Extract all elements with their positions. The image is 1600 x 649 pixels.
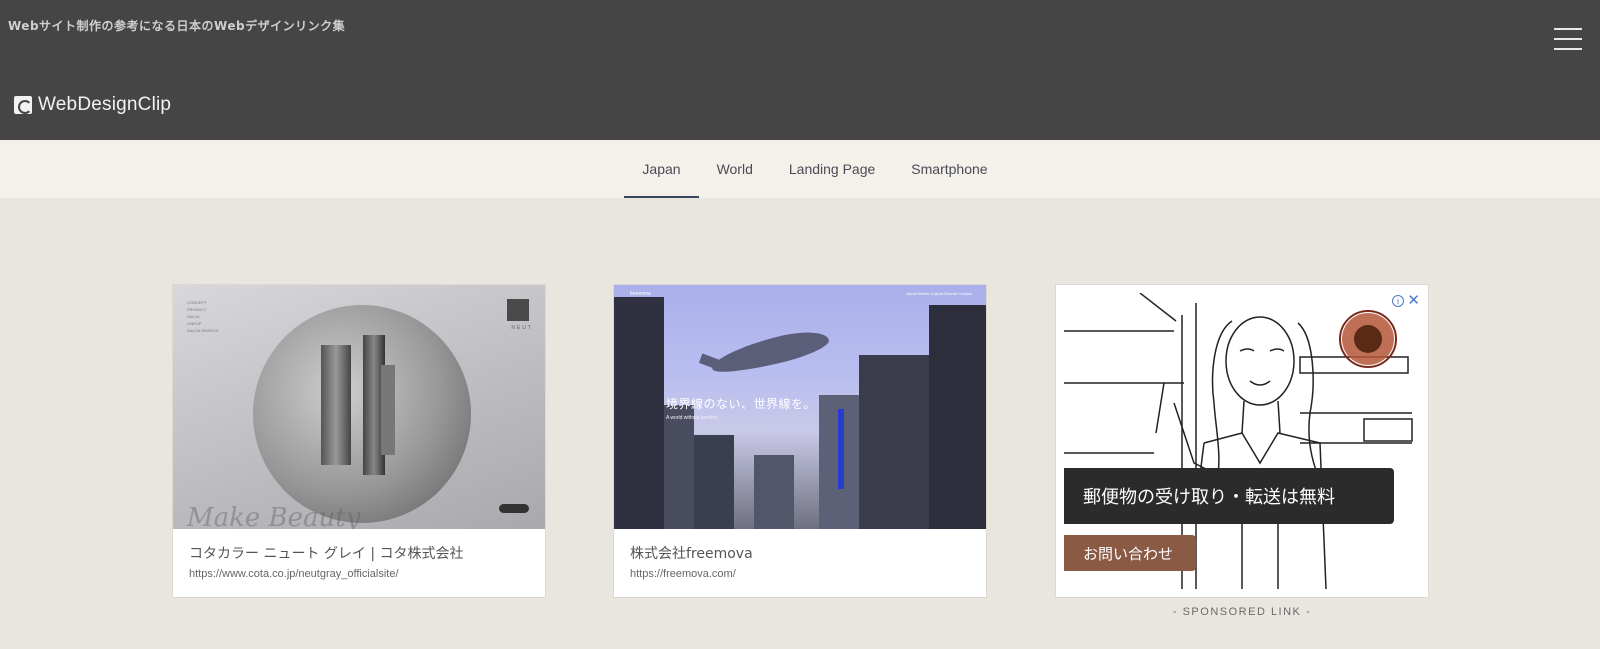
ad-headline: 郵便物の受け取り・転送は無料 — [1064, 468, 1394, 524]
ad-contact-button[interactable]: お問い合わせ — [1064, 535, 1196, 571]
tab-world[interactable]: World — [699, 140, 771, 198]
sponsored-ad[interactable]: i ✕ 郵便物の受け取り・転送は無料 お問い合わせ — [1055, 284, 1429, 598]
brand-logo — [507, 299, 529, 321]
ad-close-icon[interactable]: ✕ — [1407, 291, 1420, 309]
card-url: https://freemova.com/ — [630, 568, 736, 580]
logo-icon — [14, 96, 32, 114]
logo-text: WebDesignClip — [38, 94, 172, 115]
card-title[interactable]: 株式会社freemova — [630, 543, 753, 563]
site-logo[interactable]: WebDesignClip — [14, 94, 171, 116]
site-header: Webサイト制作の参考になる日本のWebデザインリンク集 WebDesignCl… — [0, 0, 1600, 140]
category-nav: Japan World Landing Page Smartphone — [0, 140, 1600, 198]
tab-smartphone[interactable]: Smartphone — [893, 140, 1005, 198]
thumbnail-menu: CONCEPT PRODUCT VALUE LINEUP SALON SEARC… — [187, 300, 219, 333]
tab-landing-page[interactable]: Landing Page — [771, 140, 893, 198]
ad-info-icon[interactable]: i — [1392, 295, 1404, 307]
site-tagline: Webサイト制作の参考になる日本のWebデザインリンク集 — [8, 19, 346, 33]
site-card[interactable]: CONCEPT PRODUCT VALUE LINEUP SALON SEARC… — [172, 284, 546, 598]
sponsored-label: - SPONSORED LINK - — [1172, 606, 1312, 618]
site-thumbnail[interactable]: CONCEPT PRODUCT VALUE LINEUP SALON SEARC… — [173, 285, 545, 529]
tab-japan[interactable]: Japan — [624, 140, 699, 198]
hamburger-icon[interactable] — [1554, 28, 1582, 50]
site-thumbnail[interactable]: freemova About Works Culture Recruit Con… — [614, 285, 986, 529]
card-title[interactable]: コタカラー ニュート グレイ | コタ株式会社 — [189, 543, 464, 563]
site-card[interactable]: freemova About Works Culture Recruit Con… — [613, 284, 987, 598]
card-url: https://www.cota.co.jp/neutgray_official… — [189, 568, 399, 580]
